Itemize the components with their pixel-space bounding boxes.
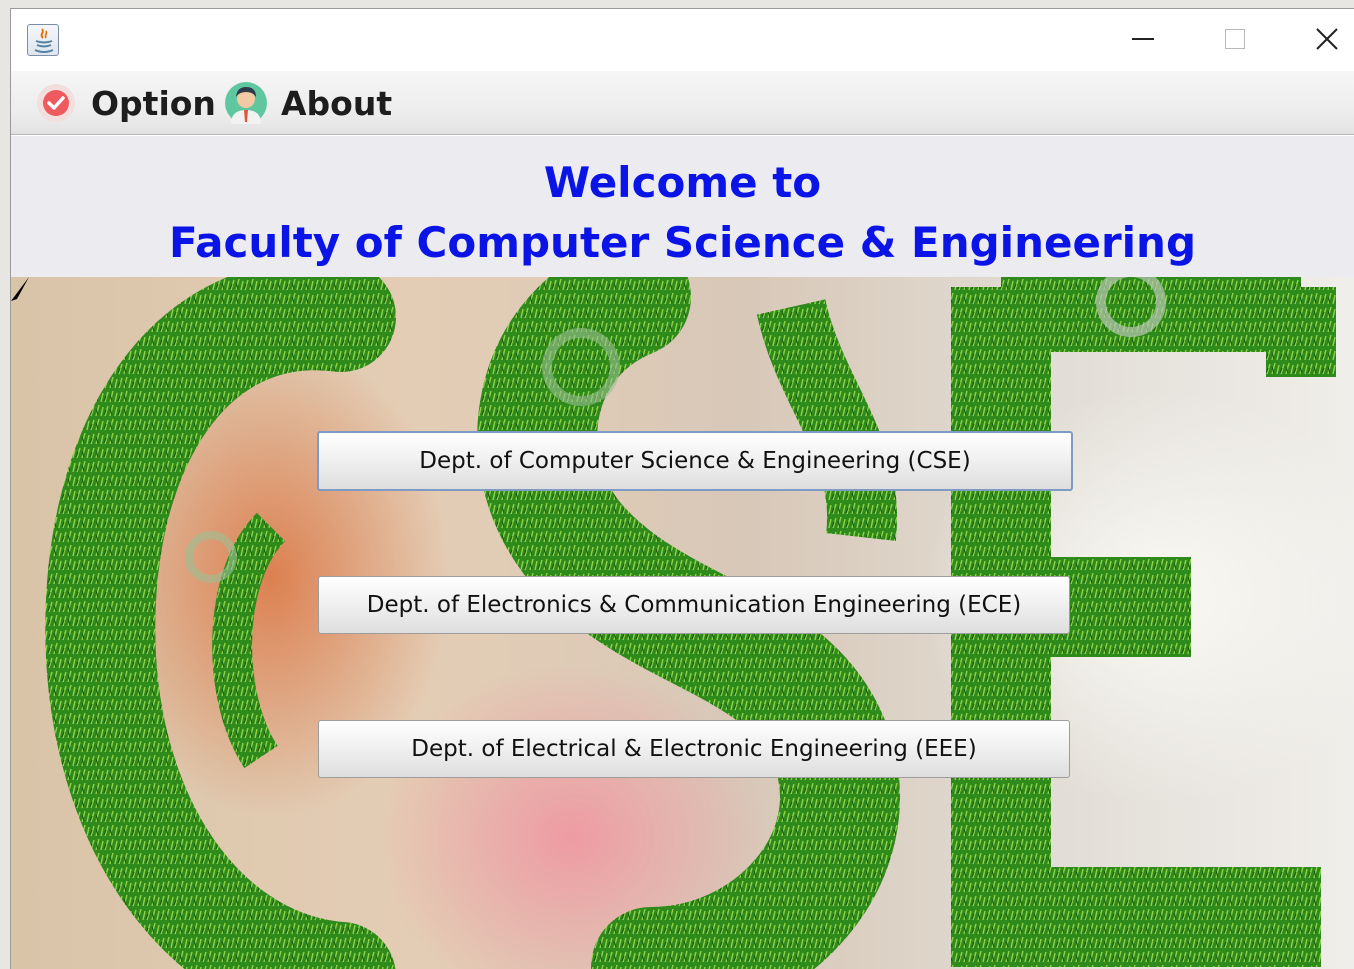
minimize-icon [1132,38,1154,40]
welcome-header: Welcome to Faculty of Computer Science &… [11,136,1354,277]
maximize-icon [1225,29,1245,49]
faculty-title: Faculty of Computer Science & Engineerin… [168,218,1197,267]
eee-button[interactable]: Dept. of Electrical & Electronic Enginee… [318,720,1070,778]
menu-about-label: About [281,83,393,123]
menu-bar: Option About [11,71,1354,135]
close-button[interactable] [1282,9,1354,71]
welcome-title: Welcome to [543,158,822,207]
ece-button[interactable]: Dept. of Electronics & Communication Eng… [318,576,1070,634]
check-badge-icon [33,80,79,126]
close-icon [1316,28,1338,50]
minimize-button[interactable] [1098,9,1190,71]
menu-option-label: Option [91,83,216,123]
mouse-pointer-icon [11,277,29,301]
java-icon[interactable] [27,24,59,56]
cse-button[interactable]: Dept. of Computer Science & Engineering … [317,431,1073,491]
title-bar[interactable] [11,9,1354,71]
app-window: Option About Welcome to Faculty of Compu… [10,8,1354,969]
maximize-button[interactable] [1190,9,1282,71]
menu-about[interactable]: About [223,77,392,129]
person-icon [223,80,269,126]
menu-option[interactable]: Option [33,77,216,129]
